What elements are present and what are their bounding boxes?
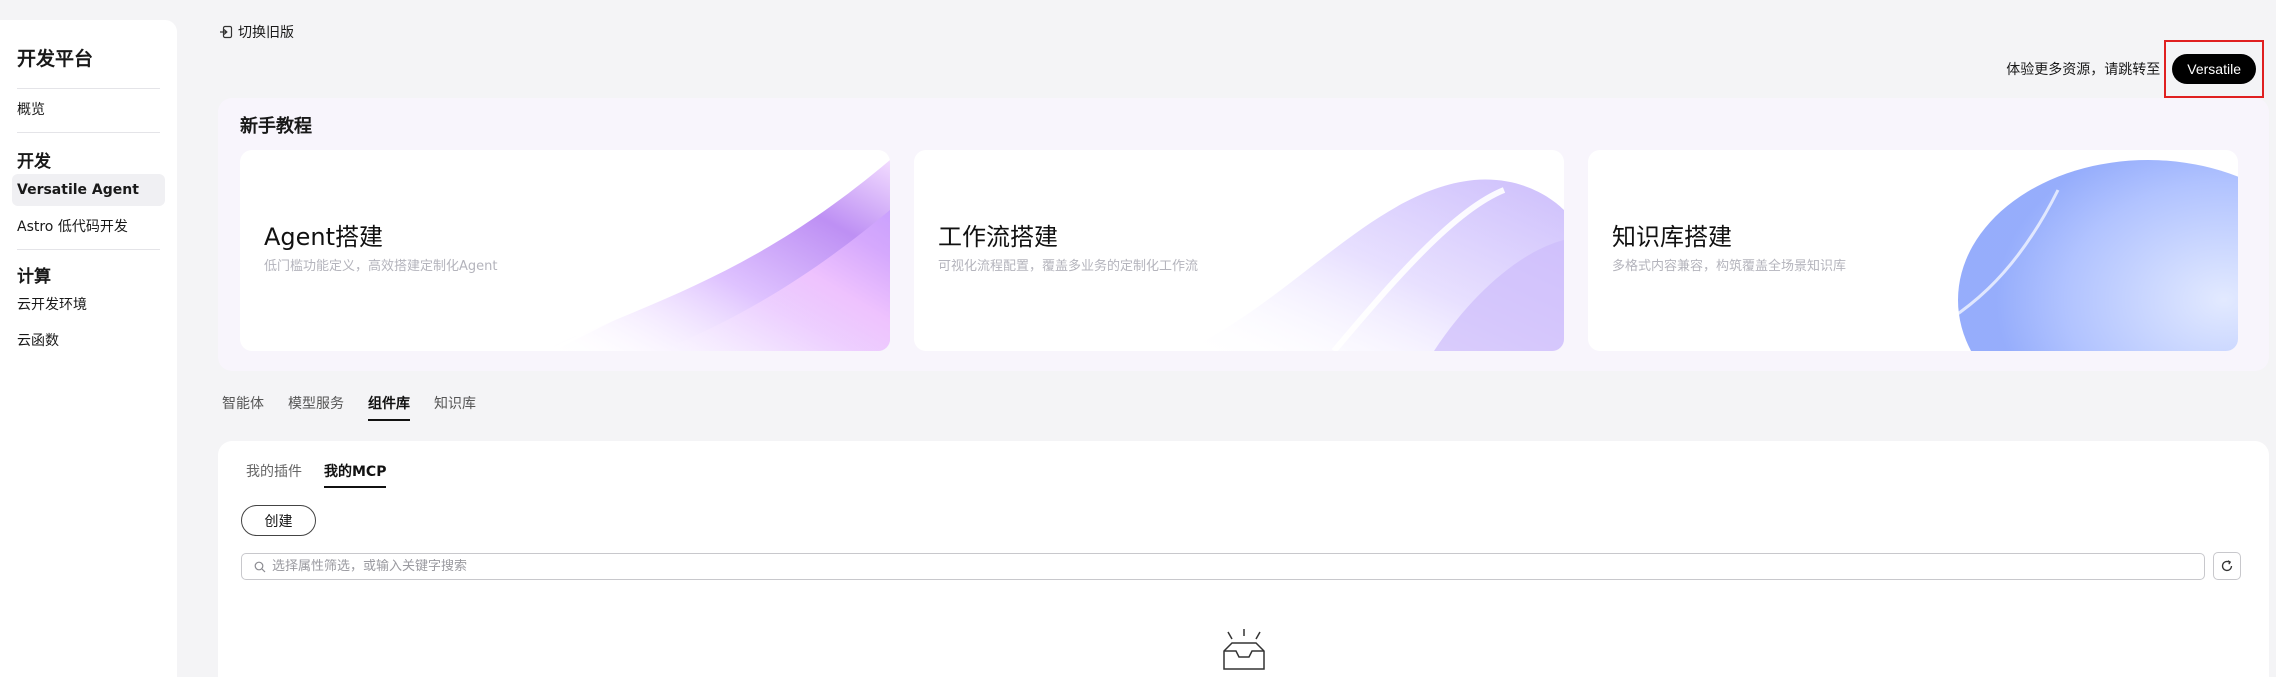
tutorial-panel: 新手教程 Agent搭建 低门槛功能定义，高效搭建定制化Agent 工作流搭建 … [218, 98, 2269, 371]
versatile-promo: 体验更多资源，请跳转至 Versatile [2006, 40, 2264, 98]
search-icon [254, 561, 266, 572]
card-subtitle: 低门槛功能定义，高效搭建定制化Agent [264, 259, 498, 274]
card-title: 知识库搭建 [1612, 223, 1732, 251]
refresh-button[interactable] [2213, 552, 2241, 580]
sidebar-item-overview[interactable]: 概览 [12, 94, 165, 126]
card-title: Agent搭建 [264, 223, 384, 251]
subtab-my-mcp[interactable]: 我的MCP [324, 461, 387, 488]
main-tabs: 智能体 模型服务 组件库 知识库 [222, 393, 476, 421]
sidebar-item-astro[interactable]: Astro 低代码开发 [12, 211, 165, 243]
card-subtitle: 可视化流程配置，覆盖多业务的定制化工作流 [938, 259, 1199, 274]
tab-agents[interactable]: 智能体 [222, 393, 264, 421]
empty-box-icon [1223, 629, 1265, 670]
tab-model-service[interactable]: 模型服务 [288, 393, 344, 421]
subtab-my-plugins[interactable]: 我的插件 [246, 461, 302, 488]
tab-component-library[interactable]: 组件库 [368, 393, 410, 421]
tutorial-card-agent[interactable]: Agent搭建 低门槛功能定义，高效搭建定制化Agent [240, 150, 890, 351]
content-panel: 我的插件 我的MCP 创建 [218, 441, 2269, 677]
highlight-frame: Versatile [2164, 40, 2264, 98]
search-input[interactable] [272, 559, 2204, 574]
nav-group-compute: 计算 [17, 267, 51, 287]
tutorial-card-knowledge[interactable]: 知识库搭建 多格式内容兼容，构筑覆盖全场景知识库 [1588, 150, 2238, 351]
switch-old-version-label: 切换旧版 [238, 25, 294, 41]
nav-group-dev: 开发 [17, 152, 51, 172]
tutorial-title: 新手教程 [240, 116, 312, 137]
refresh-icon [2221, 560, 2233, 572]
sidebar: 开发平台 概览 开发 Versatile Agent Astro 低代码开发 计… [0, 20, 177, 677]
tutorial-card-workflow[interactable]: 工作流搭建 可视化流程配置，覆盖多业务的定制化工作流 [914, 150, 1564, 351]
tab-knowledge-base[interactable]: 知识库 [434, 393, 476, 421]
exit-icon [220, 25, 233, 39]
card-title: 工作流搭建 [938, 223, 1058, 251]
sub-tabs: 我的插件 我的MCP [246, 461, 387, 488]
versatile-button[interactable]: Versatile [2172, 54, 2256, 84]
search-bar [241, 553, 2205, 580]
card-subtitle: 多格式内容兼容，构筑覆盖全场景知识库 [1612, 259, 1847, 274]
sidebar-item-cloud-function[interactable]: 云函数 [12, 325, 165, 357]
create-button[interactable]: 创建 [241, 505, 316, 536]
sidebar-item-versatile-agent[interactable]: Versatile Agent [12, 174, 165, 206]
sidebar-item-cloud-dev-env[interactable]: 云开发环境 [12, 289, 165, 321]
promo-text: 体验更多资源，请跳转至 [2006, 62, 2161, 78]
brand-title: 开发平台 [17, 48, 94, 70]
switch-old-version-link[interactable]: 切换旧版 [219, 22, 294, 42]
